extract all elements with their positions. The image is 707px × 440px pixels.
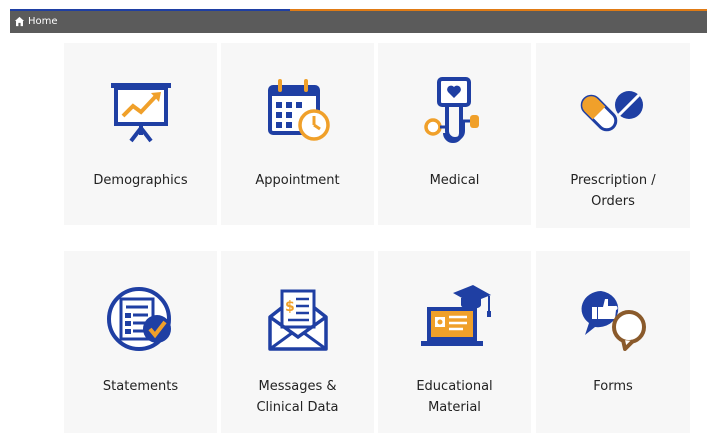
tile-medical[interactable]: Medical	[378, 43, 531, 225]
home-link[interactable]: Home	[14, 12, 58, 30]
tile-label: Messages & Clinical Data	[225, 376, 370, 418]
tile-label: Medical	[429, 173, 480, 188]
blood-pressure-monitor-icon	[378, 71, 531, 151]
tile-forms[interactable]: Forms	[536, 251, 690, 433]
tile-label-line: Material	[428, 400, 481, 415]
tile-label: Demographics	[93, 173, 188, 188]
tile-label: Prescription / Orders	[540, 170, 686, 212]
laptop-graduation-cap-icon	[378, 279, 531, 359]
calendar-clock-icon	[221, 71, 374, 151]
tile-prescription-orders[interactable]: Prescription / Orders	[536, 43, 690, 228]
tile-label: Appointment	[255, 173, 340, 188]
pills-icon	[536, 71, 690, 151]
presentation-chart-icon	[64, 71, 217, 151]
svg-text:$: $	[285, 299, 295, 315]
home-icon	[14, 16, 25, 27]
tile-messages-clinical-data[interactable]: $ Messages & Clinical Data	[221, 251, 374, 433]
tile-label-line: Educational	[416, 379, 493, 394]
top-navigation-bar: Home	[10, 9, 707, 33]
topbar-accent-blue	[10, 9, 290, 11]
tile-demographics[interactable]: Demographics	[64, 43, 217, 225]
topbar-accent-orange	[290, 9, 707, 11]
tile-label: Educational Material	[382, 376, 527, 418]
tile-educational-material[interactable]: Educational Material	[378, 251, 531, 433]
tile-label-line: Messages &	[258, 379, 337, 394]
tile-label-line: Orders	[591, 194, 635, 209]
document-checkmark-icon	[64, 279, 217, 359]
tile-label: Statements	[102, 379, 179, 394]
tile-appointment[interactable]: Appointment	[221, 43, 374, 225]
envelope-letter-icon: $	[221, 279, 374, 359]
tile-label-line: Clinical Data	[256, 400, 339, 415]
tile-statements[interactable]: Statements	[64, 251, 217, 433]
tile-label: Forms	[593, 379, 633, 394]
home-label: Home	[28, 15, 58, 27]
tile-label-line: Prescription /	[570, 173, 656, 188]
thumbs-up-speech-bubble-icon	[536, 279, 690, 359]
home-dashboard: Home Demographics Appointment Medical Pr…	[0, 0, 707, 440]
